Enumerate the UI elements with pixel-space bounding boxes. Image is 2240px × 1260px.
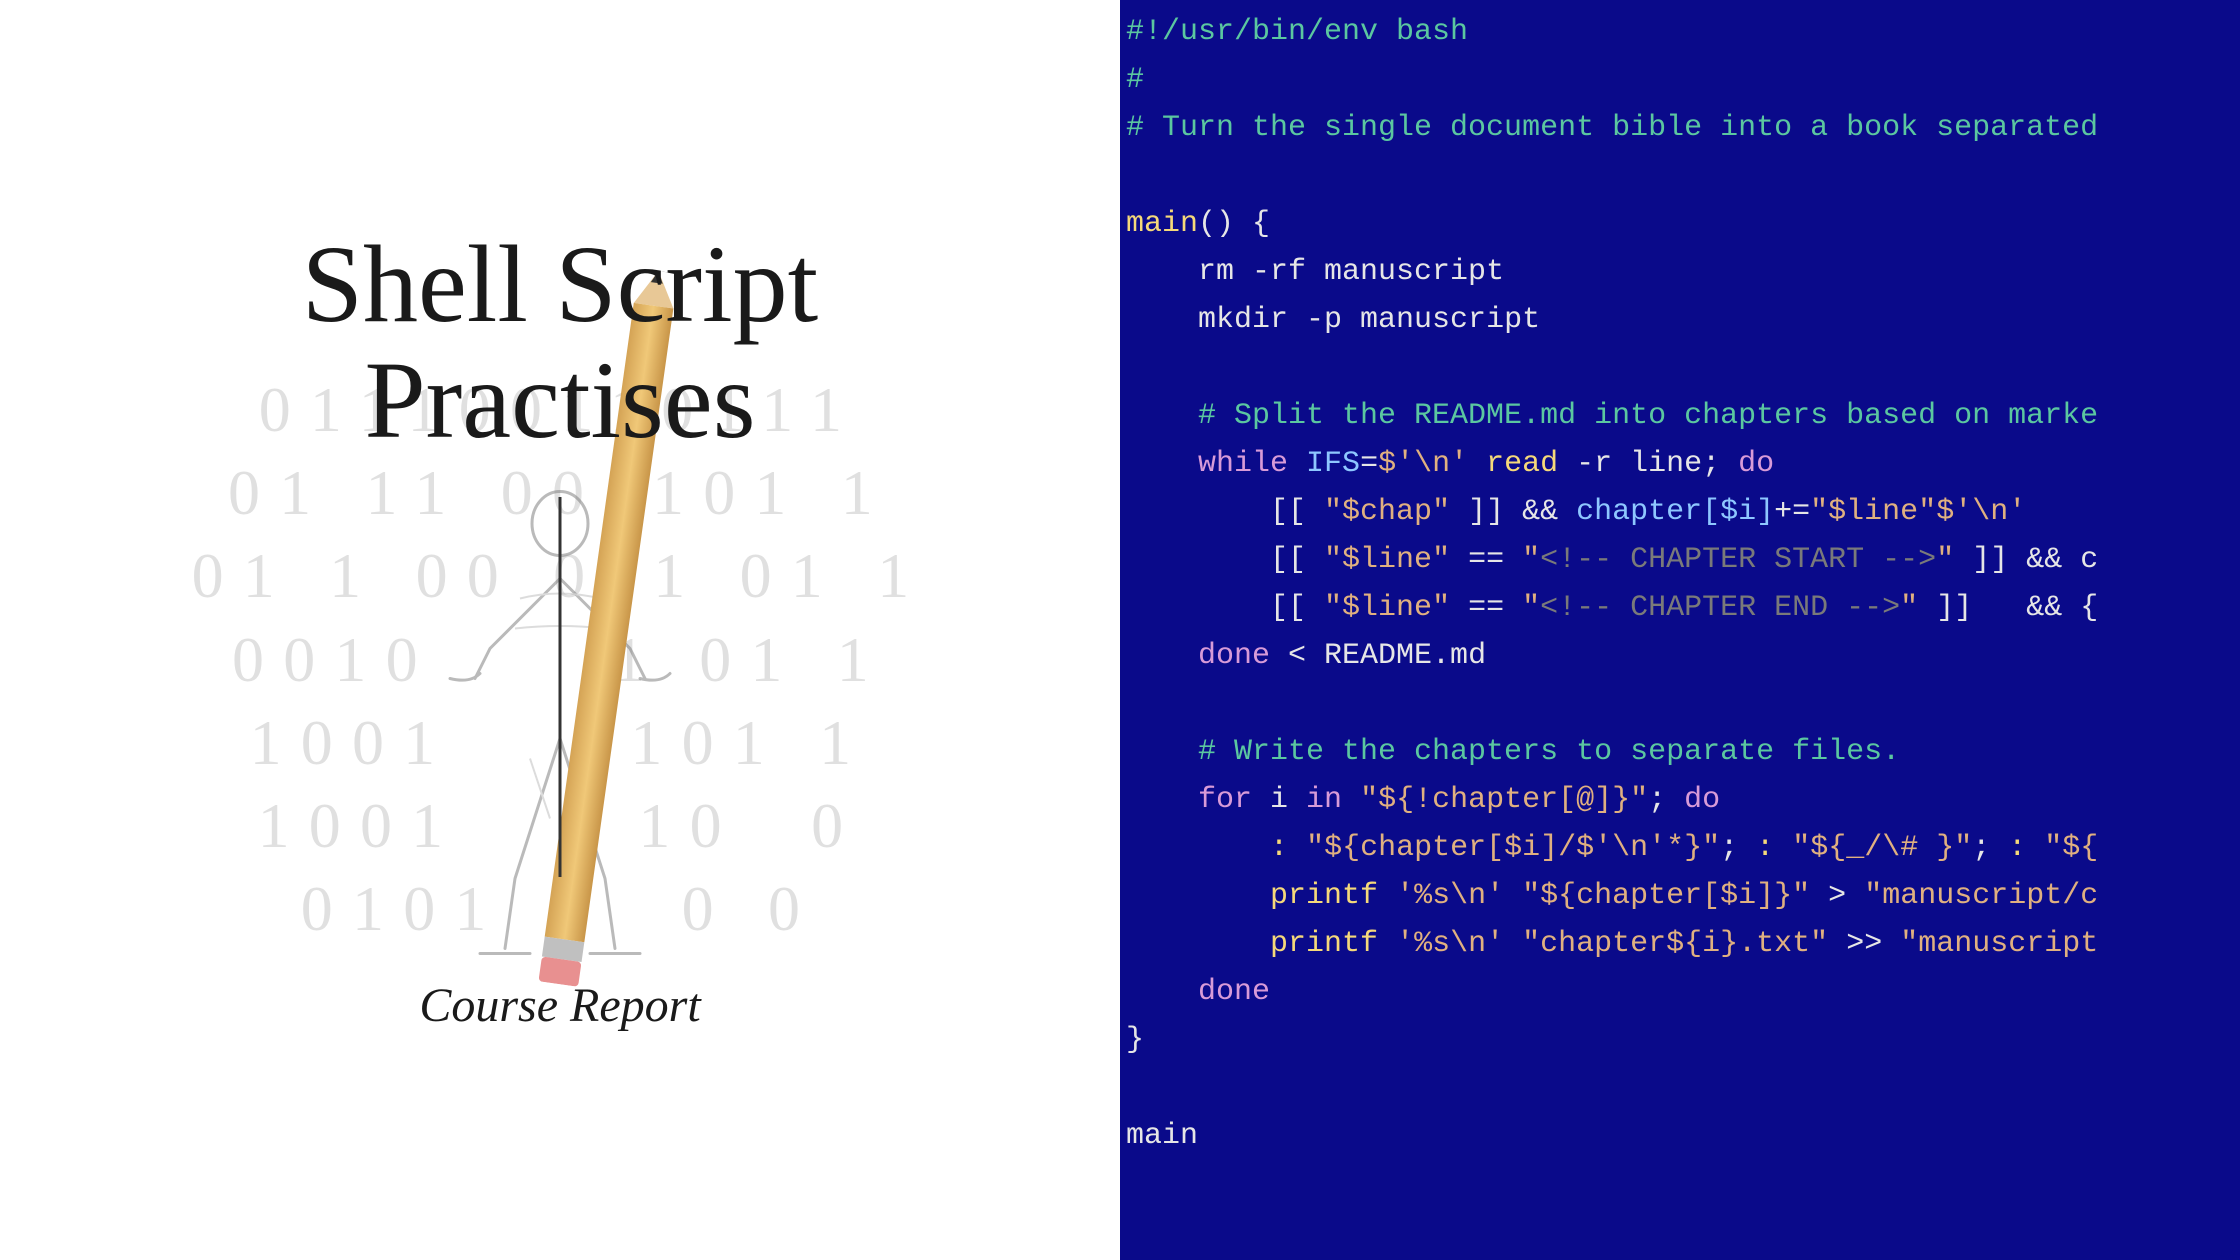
code-line: main — [1126, 1112, 2240, 1160]
vertical-divider — [559, 497, 562, 877]
code-line: while IFS=$'\n' read -r line; do — [1126, 440, 2240, 488]
code-line — [1126, 344, 2240, 392]
code-line: printf '%s\n' "chapter${i}.txt" >> "manu… — [1126, 920, 2240, 968]
code-line: for i in "${!chapter[@]}"; do — [1126, 776, 2240, 824]
code-line: #!/usr/bin/env bash — [1126, 8, 2240, 56]
title-line-1: Shell Script — [302, 223, 818, 345]
title-line-2: Practises — [364, 339, 755, 461]
subtitle: Course Report — [0, 978, 1120, 1033]
code-line: # Turn the single document bible into a … — [1126, 104, 2240, 152]
code-line: # — [1126, 56, 2240, 104]
code-line: # Split the README.md into chapters base… — [1126, 392, 2240, 440]
code-line: done < README.md — [1126, 632, 2240, 680]
code-line: # Write the chapters to separate files. — [1126, 728, 2240, 776]
left-panel: 011100110111 01 11 001101 1 01 1 00 011 … — [0, 0, 1120, 1260]
code-line — [1126, 152, 2240, 200]
code-line: [[ "$chap" ]] && chapter[$i]+="$line"$'\… — [1126, 488, 2240, 536]
left-content: 011100110111 01 11 001101 1 01 1 00 011 … — [0, 227, 1120, 1033]
code-panel: #!/usr/bin/env bash## Turn the single do… — [1120, 0, 2240, 1260]
code-line: [[ "$line" == "<!-- CHAPTER START -->" ]… — [1126, 536, 2240, 584]
code-line: : "${chapter[$i]/$'\n'*}"; : "${_/\# }";… — [1126, 824, 2240, 872]
code-line: [[ "$line" == "<!-- CHAPTER END -->" ]] … — [1126, 584, 2240, 632]
page-container: 011100110111 01 11 001101 1 01 1 00 011 … — [0, 0, 2240, 1260]
code-line: printf '%s\n' "${chapter[$i]}" > "manusc… — [1126, 872, 2240, 920]
main-title: Shell Script Practises — [0, 227, 1120, 458]
code-line — [1126, 1064, 2240, 1112]
code-line: done — [1126, 968, 2240, 1016]
code-line: rm -rf manuscript — [1126, 248, 2240, 296]
code-line: main() { — [1126, 200, 2240, 248]
code-line: mkdir -p manuscript — [1126, 296, 2240, 344]
code-line — [1126, 680, 2240, 728]
code-line: } — [1126, 1016, 2240, 1064]
